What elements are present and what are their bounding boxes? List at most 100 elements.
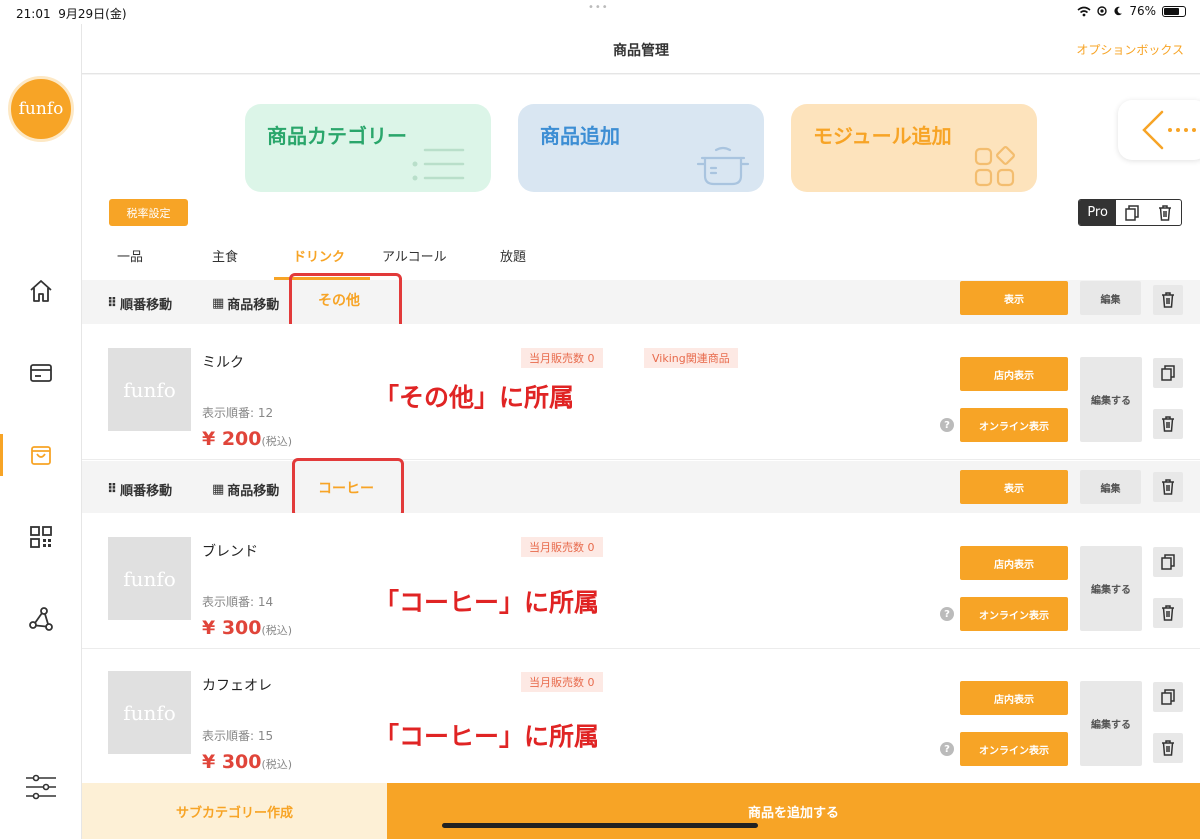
drag-dots-icon: ⠿ [107, 482, 118, 497]
card-label: モジュール追加 [813, 124, 952, 148]
viking-tag: Viking関連商品 [644, 348, 738, 368]
highlight-box [289, 273, 402, 330]
product-price: ¥ 300(税込) [202, 751, 293, 773]
monthly-sales-badge: 当月販売数 0 [521, 672, 603, 692]
settings-sliders-icon[interactable] [24, 770, 58, 804]
product-name: ミルク [202, 355, 244, 371]
tab-houdai[interactable]: 放題 [500, 246, 526, 265]
product-thumbnail: funfo [108, 671, 191, 754]
product-price: ¥ 300(税込) [202, 617, 293, 639]
network-icon[interactable] [24, 602, 58, 636]
product-category-card[interactable]: 商品カテゴリー [245, 104, 491, 192]
product-row[interactable]: funfo ブレンド 表示順番: 14 ¥ 300(税込) 当月販売数 0 「コ… [82, 513, 1200, 649]
show-button[interactable]: 表示 [960, 281, 1068, 315]
drag-dots-icon: ⠿ [107, 296, 118, 311]
add-product-button[interactable]: 商品を追加する [387, 783, 1200, 839]
copy-icon[interactable] [1153, 358, 1183, 388]
edit-button[interactable]: 編集 [1080, 281, 1141, 315]
online-display-button[interactable]: オンライン表示 [960, 732, 1068, 766]
annotation-label: 「コーヒー」に所属 [374, 588, 600, 617]
battery-icon [1162, 5, 1186, 17]
edit-button[interactable]: 編集 [1080, 470, 1141, 504]
trash-icon[interactable] [1149, 200, 1181, 225]
option-box-link[interactable]: オプションボックス [1076, 41, 1184, 58]
trash-icon[interactable] [1153, 733, 1183, 763]
app-logo: funfo [8, 76, 74, 142]
product-name: ブレンド [202, 544, 258, 560]
shop-icon[interactable] [24, 438, 58, 472]
main-content: 商品カテゴリー 商品追加 モジュール追加 税率設定 Pro 一品 主食 ドリンク… [82, 75, 1200, 783]
module-add-card[interactable]: モジュール追加 [791, 104, 1037, 192]
page-header: 商品管理 オプションボックス [82, 24, 1200, 74]
page-title: 商品管理 [613, 43, 669, 59]
trash-icon[interactable] [1153, 472, 1183, 502]
category-tabs: 一品 主食 ドリンク アルコール 放題 [82, 235, 1200, 280]
monthly-sales-badge: 当月販売数 0 [521, 537, 603, 557]
card-label: 商品カテゴリー [267, 124, 407, 148]
product-price: ¥ 200(税込) [202, 428, 293, 450]
trash-icon[interactable] [1153, 598, 1183, 628]
online-display-button[interactable]: オンライン表示 [960, 597, 1068, 631]
annotation-label: 「コーヒー」に所属 [374, 722, 600, 751]
store-display-button[interactable]: 店内表示 [960, 681, 1068, 715]
card-label: 商品追加 [540, 124, 620, 148]
edit-product-button[interactable]: 編集する [1080, 546, 1142, 631]
tax-setting-button[interactable]: 税率設定 [109, 199, 188, 226]
moon-icon [1114, 6, 1123, 16]
product-thumbnail: funfo [108, 348, 191, 431]
tab-ippin[interactable]: 一品 [117, 246, 143, 265]
store-display-button[interactable]: 店内表示 [960, 357, 1068, 391]
subcategory-bar: ⠿ 順番移動 ▦ 商品移動 その他 表示 編集 [82, 273, 1200, 330]
trash-icon[interactable] [1153, 409, 1183, 439]
annotation-label: 「その他」に所属 [374, 383, 575, 412]
store-display-button[interactable]: 店内表示 [960, 546, 1068, 580]
module-icon [974, 146, 1015, 187]
home-indicator[interactable] [442, 823, 758, 828]
copy-icon[interactable] [1153, 682, 1183, 712]
nav-active-indicator [0, 434, 3, 476]
display-order: 表示順番: 12 [202, 406, 274, 420]
bottom-action-bar: サブカテゴリー作成 商品を追加する [82, 783, 1200, 839]
online-display-button[interactable]: オンライン表示 [960, 408, 1068, 442]
tab-drink[interactable]: ドリンク [293, 246, 345, 265]
subcategory-bar: ⠿ 順番移動 ▦ 商品移動 コーヒー 表示 編集 [82, 458, 1200, 518]
edit-product-button[interactable]: 編集する [1080, 357, 1142, 442]
order-move-button[interactable]: ⠿ 順番移動 [107, 294, 172, 313]
subcategory-create-button[interactable]: サブカテゴリー作成 [82, 783, 387, 839]
product-row[interactable]: funfo カフェオレ 表示順番: 15 ¥ 300(税込) 当月販売数 0 「… [82, 649, 1200, 783]
tab-alcohol[interactable]: アルコール [382, 246, 447, 265]
chevron-left-icon [1142, 110, 1196, 150]
sidebar: funfo [0, 24, 82, 839]
pro-toolbar: Pro [1078, 199, 1182, 226]
help-icon[interactable]: ? [940, 607, 954, 621]
display-order: 表示順番: 14 [202, 595, 274, 609]
multitask-dots[interactable]: ••• [588, 2, 609, 13]
grid-icon: ▦ [212, 482, 225, 497]
status-bar: 21:01 9月29日(金) ••• 76% [0, 0, 1200, 24]
trash-icon[interactable] [1153, 285, 1183, 315]
location-icon [1097, 6, 1108, 16]
status-time: 21:01 9月29日(金) [16, 7, 127, 21]
order-move-button[interactable]: ⠿ 順番移動 [107, 480, 172, 499]
pro-label[interactable]: Pro [1079, 200, 1117, 225]
monthly-sales-badge: 当月販売数 0 [521, 348, 603, 368]
grid-icon: ▦ [212, 296, 225, 311]
copy-icon[interactable] [1116, 200, 1148, 225]
home-icon[interactable] [24, 274, 58, 308]
copy-icon[interactable] [1153, 547, 1183, 577]
product-row[interactable]: funfo ミルク 表示順番: 12 ¥ 200(税込) 当月販売数 0 Vik… [82, 324, 1200, 460]
edit-product-button[interactable]: 編集する [1080, 681, 1142, 766]
card-icon[interactable] [24, 356, 58, 390]
product-add-card[interactable]: 商品追加 [518, 104, 764, 192]
qr-code-icon[interactable] [24, 520, 58, 554]
help-icon[interactable]: ? [940, 418, 954, 432]
product-move-button[interactable]: ▦ 商品移動 [212, 480, 279, 499]
show-button[interactable]: 表示 [960, 470, 1068, 504]
wifi-icon [1077, 6, 1091, 16]
product-move-button[interactable]: ▦ 商品移動 [212, 294, 279, 313]
tab-shushoku[interactable]: 主食 [212, 246, 238, 265]
highlight-box [292, 458, 404, 518]
product-name: カフェオレ [202, 678, 272, 694]
more-cards-button[interactable] [1118, 100, 1200, 160]
help-icon[interactable]: ? [940, 742, 954, 756]
